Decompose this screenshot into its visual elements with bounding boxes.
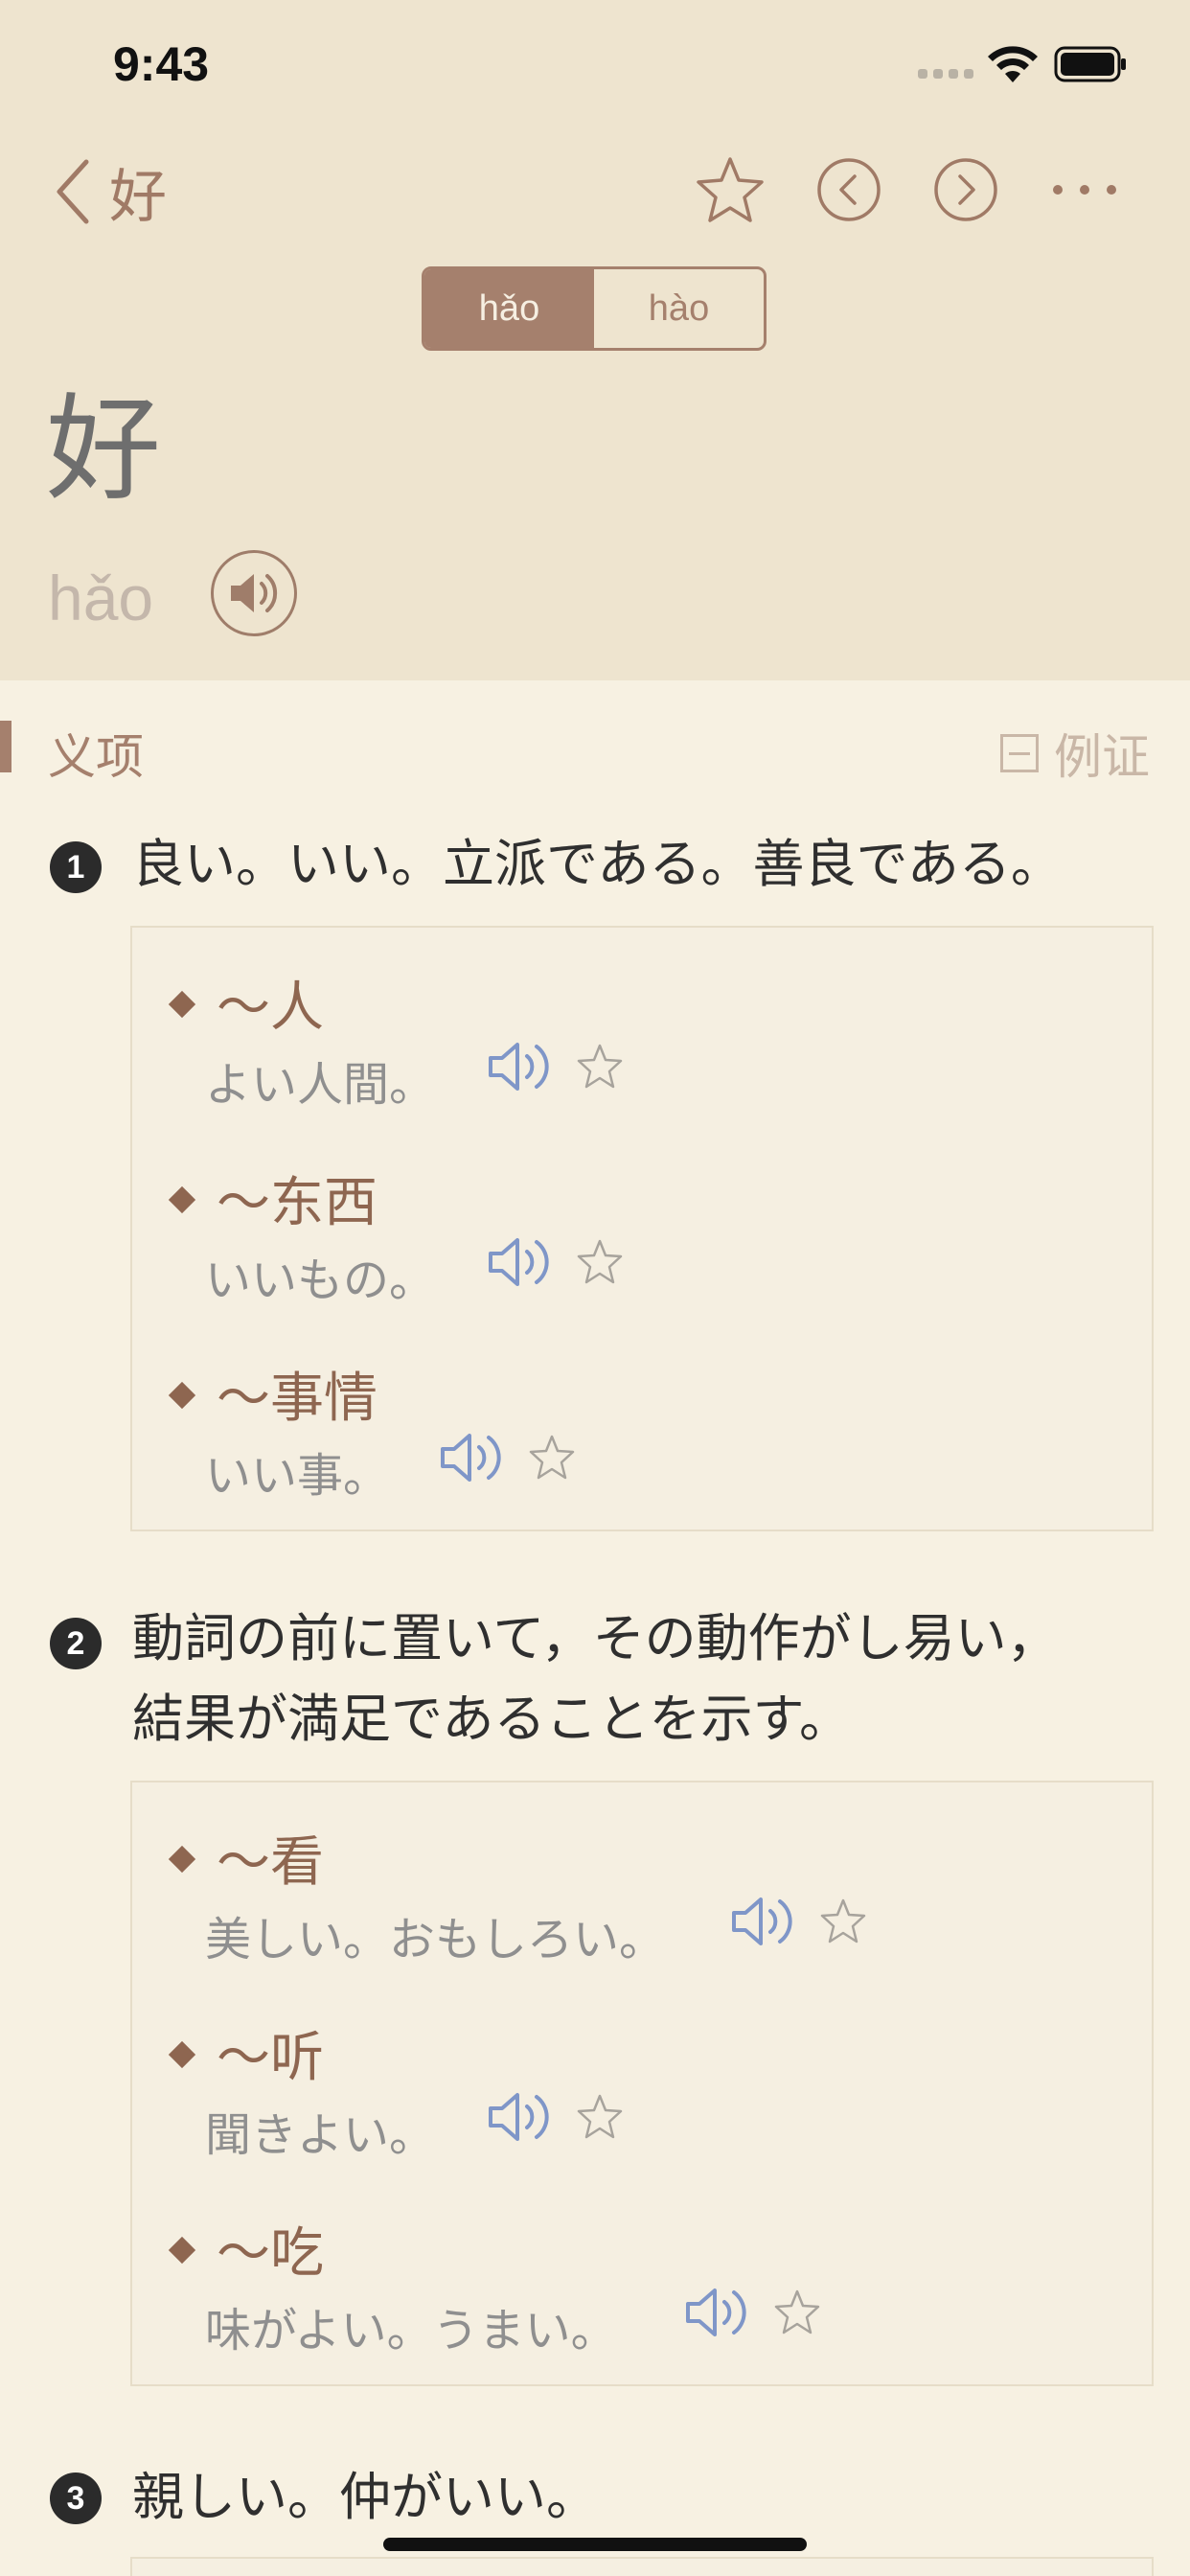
next-entry-icon[interactable] <box>929 153 1002 226</box>
section-title: 义项 <box>48 729 144 785</box>
example-word: ～东西 <box>217 1172 378 1234</box>
bullet-diamond <box>168 2236 196 2265</box>
pronunciation-segmented-control: hǎo hào <box>422 266 767 351</box>
cellular-signal-icon <box>918 69 973 80</box>
examples-toggle-label: 例证 <box>1054 729 1150 785</box>
headword-pinyin: hǎo <box>48 563 154 633</box>
example-item: ～听 聞きよい。 <box>132 2020 1152 2174</box>
headword-character: 好 <box>46 383 161 517</box>
sense-number: 2 <box>50 1618 102 1669</box>
speaker-icon <box>231 574 278 612</box>
senses-section-header: 义项 例证 <box>0 715 1190 785</box>
bullet-diamond <box>168 1381 196 1410</box>
example-translation: 聞きよい。 <box>205 2108 436 2162</box>
example-speaker-icon[interactable] <box>730 1894 797 1949</box>
bullet-diamond <box>168 1185 196 1214</box>
example-item: ～东西 いいもの。 <box>132 1165 1152 1319</box>
example-translation: 味がよい。うまい。 <box>205 2304 617 2358</box>
battery-icon <box>1054 46 1126 82</box>
example-item: ～事情 いい事。 <box>132 1361 1152 1514</box>
back-button[interactable]: 好 <box>54 153 167 231</box>
sense-definition: 動詞の前に置いて，その動作がし易い，結果が満足であることを示す。 <box>132 1608 1059 1749</box>
bullet-diamond <box>168 1845 196 1874</box>
examples-box <box>130 2557 1154 2576</box>
example-word: ～听 <box>217 2027 324 2089</box>
example-speaker-icon[interactable] <box>487 2089 554 2145</box>
example-word: ～吃 <box>217 2222 324 2285</box>
example-speaker-icon[interactable] <box>684 2285 751 2340</box>
more-options-icon[interactable] <box>1046 153 1123 226</box>
examples-box: ～看 美しい。おもしろい。 ～听 聞きよい。 ～吃 味がよい。うまい。 <box>130 1781 1154 2386</box>
example-word: ～看 <box>217 1831 324 1894</box>
play-pronunciation-button[interactable] <box>211 550 297 636</box>
navigation-bar: 好 <box>0 144 1190 240</box>
example-speaker-icon[interactable] <box>487 1234 554 1290</box>
favorite-star-icon[interactable] <box>694 153 767 226</box>
home-indicator <box>383 2538 807 2551</box>
sense-number: 1 <box>50 841 102 893</box>
example-item: ～人 よい人間。 <box>132 970 1152 1123</box>
example-star-icon[interactable] <box>575 2092 625 2142</box>
example-star-icon[interactable] <box>772 2288 822 2337</box>
example-star-icon[interactable] <box>575 1237 625 1287</box>
example-star-icon[interactable] <box>818 1897 868 1946</box>
example-item: ～吃 味がよい。うまい。 <box>132 2216 1152 2369</box>
example-star-icon[interactable] <box>575 1042 625 1092</box>
section-marker <box>0 721 11 772</box>
chevron-left-icon <box>57 159 89 224</box>
examples-box: ～人 よい人間。 ～东西 いいもの。 ～事情 いい事。 <box>130 926 1154 1531</box>
back-title: 好 <box>109 163 167 231</box>
previous-entry-icon[interactable] <box>812 153 885 226</box>
examples-toggle[interactable]: 例证 <box>1000 719 1150 788</box>
example-translation: いいもの。 <box>205 1254 436 1307</box>
collapse-icon <box>1000 734 1039 772</box>
bullet-diamond <box>168 990 196 1019</box>
status-time: 9:43 <box>113 37 210 91</box>
example-word: ～人 <box>217 977 324 1039</box>
bullet-diamond <box>168 2040 196 2069</box>
segment-hao3[interactable]: hǎo <box>424 269 594 348</box>
sense-definition: 親しい。仲がいい。 <box>132 2467 598 2527</box>
segment-hao4[interactable]: hào <box>594 269 764 348</box>
sense-definition: 良い。いい。立派である。善良である。 <box>132 834 1063 894</box>
example-translation: よい人間。 <box>205 1058 436 1112</box>
wifi-icon <box>988 46 1038 82</box>
example-star-icon[interactable] <box>527 1433 577 1483</box>
example-translation: 美しい。おもしろい。 <box>205 1913 666 1966</box>
example-translation: いい事。 <box>205 1449 390 1503</box>
example-speaker-icon[interactable] <box>487 1039 554 1094</box>
example-item: ～看 美しい。おもしろい。 <box>132 1825 1152 1978</box>
status-bar: 9:43 <box>0 0 1190 134</box>
example-word: ～事情 <box>217 1368 378 1430</box>
example-speaker-icon[interactable] <box>439 1430 506 1485</box>
sense-number: 3 <box>50 2472 102 2524</box>
